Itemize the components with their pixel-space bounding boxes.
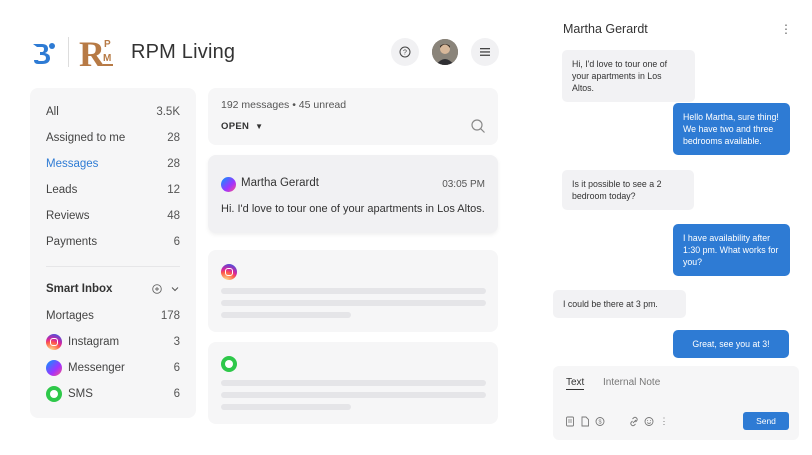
link-icon[interactable] [629, 416, 639, 427]
caret-down-icon: ▼ [255, 122, 264, 131]
sidebar-item-count: 12 [167, 184, 180, 196]
sidebar-item-label: Reviews [46, 210, 90, 222]
sidebar-item-label: Instagram [68, 336, 120, 349]
sidebar-item-mortages[interactable]: Mortages 178 [46, 305, 180, 327]
sidebar-item-label: Leads [46, 184, 78, 196]
sidebar-item-count: 28 [167, 132, 180, 144]
instagram-icon [46, 334, 62, 350]
sidebar-item-label: SMS [68, 388, 93, 401]
document-icon[interactable] [580, 416, 590, 427]
sidebar: All 3.5K Assigned to me 28 Messages 28 L… [30, 88, 196, 418]
messenger-icon [221, 177, 236, 192]
sidebar-item-count: 6 [173, 236, 180, 248]
composer-toolbar: $ ⋮ [565, 416, 669, 427]
sidebar-item-label: All [46, 106, 59, 118]
conversation-item-placeholder[interactable] [208, 250, 498, 332]
help-circle-icon: ? [399, 46, 411, 58]
sidebar-item-count: 6 [173, 362, 180, 374]
instagram-icon [221, 264, 237, 280]
status-filter-dropdown[interactable]: OPEN ▼ [221, 121, 263, 132]
svg-text:M: M [103, 53, 111, 64]
chat-message-outgoing: Hello Martha, sure thing! We have two an… [673, 103, 790, 155]
sms-icon [46, 386, 62, 402]
sidebar-item-count: 28 [167, 158, 180, 170]
tab-internal-note[interactable]: Internal Note [603, 377, 660, 388]
skeleton-line [221, 392, 486, 398]
skeleton-line [221, 404, 351, 410]
chat-message-incoming: Hi, I'd love to tour one of your apartme… [562, 50, 695, 102]
smart-inbox-title: Smart Inbox [46, 283, 113, 295]
sidebar-item-label: Messages [46, 158, 99, 170]
template-icon[interactable] [565, 416, 575, 427]
conversation-preview: Hi. I'd love to tour one of your apartme… [221, 203, 485, 215]
sidebar-item-label: Messenger [68, 362, 125, 375]
sidebar-item-messenger[interactable]: Messenger 6 [46, 357, 180, 379]
brand-divider [68, 37, 69, 67]
help-button[interactable]: ? [391, 38, 419, 66]
sidebar-item-count: 178 [160, 310, 180, 322]
svg-text:R: R [79, 35, 106, 69]
sidebar-item-count: 3.5K [156, 106, 180, 118]
conversation-item-placeholder[interactable] [208, 342, 498, 424]
conversation-contact-name: Martha Gerardt [241, 177, 319, 189]
sidebar-item-label: Payments [46, 236, 98, 248]
message-summary: 192 messages • 45 unread [221, 99, 347, 111]
chevron-down-icon[interactable] [170, 284, 180, 294]
sidebar-item-payments[interactable]: Payments 6 [46, 231, 180, 253]
rpm-logo-icon: R P M [79, 35, 113, 69]
sidebar-item-label: Mortages [46, 310, 94, 322]
svg-text:$: $ [598, 420, 601, 426]
skeleton-line [221, 312, 351, 318]
status-filter-label: OPEN [221, 121, 250, 132]
skeleton-line [221, 380, 486, 386]
more-vertical-icon[interactable]: ⋮ [659, 416, 669, 427]
sidebar-item-label: Assigned to me [46, 132, 126, 144]
chat-contact-name: Martha Gerardt [563, 22, 648, 36]
message-filter-bar: 192 messages • 45 unread OPEN ▼ [208, 88, 498, 145]
smart-inbox-header: Smart Inbox [46, 283, 180, 295]
emoji-icon[interactable] [644, 416, 654, 427]
conversation-time: 03:05 PM [442, 179, 485, 190]
chat-message-outgoing: Great, see you at 3! [673, 330, 789, 358]
sidebar-item-leads[interactable]: Leads 12 [46, 179, 180, 201]
user-avatar[interactable] [432, 39, 458, 65]
send-button[interactable]: Send [743, 412, 789, 430]
tab-text[interactable]: Text [566, 377, 585, 390]
sidebar-item-messages[interactable]: Messages 28 [46, 153, 180, 175]
user-avatar-image [432, 39, 458, 65]
sidebar-item-instagram[interactable]: Instagram 3 [46, 331, 180, 353]
chat-message-incoming: Is it possible to see a 2 bedroom today? [562, 170, 694, 210]
sidebar-item-reviews[interactable]: Reviews 48 [46, 205, 180, 227]
message-composer: Text Internal Note $ ⋮ Send [553, 366, 799, 440]
svg-text:?: ? [403, 50, 407, 57]
sidebar-item-all[interactable]: All 3.5K [46, 101, 180, 123]
bird-logo-icon [33, 43, 55, 64]
svg-text:P: P [104, 39, 111, 50]
sidebar-item-count: 3 [173, 336, 180, 348]
sidebar-item-count: 48 [167, 210, 180, 222]
hamburger-menu-icon [480, 48, 490, 56]
sms-icon [221, 356, 237, 372]
sidebar-item-count: 6 [173, 388, 180, 400]
sidebar-divider [46, 266, 180, 267]
chat-message-incoming: I could be there at 3 pm. [553, 290, 686, 318]
sidebar-item-sms[interactable]: SMS 6 [46, 383, 180, 405]
conversation-item[interactable]: Martha Gerardt 03:05 PM Hi. I'd love to … [208, 155, 498, 233]
menu-button[interactable] [471, 38, 499, 66]
more-vertical-icon[interactable]: ⋮ [780, 22, 792, 36]
messenger-icon [46, 360, 62, 376]
brand: R P M RPM Living [30, 34, 235, 70]
add-circle-icon[interactable] [152, 284, 162, 294]
chat-message-outgoing: I have availability after 1:30 pm. What … [673, 224, 790, 276]
search-icon[interactable] [470, 118, 486, 134]
skeleton-line [221, 300, 486, 306]
brand-name: RPM Living [131, 40, 236, 63]
chat-panel: Martha Gerardt ⋮ Hi, I'd love to tour on… [545, 0, 812, 455]
payment-icon[interactable]: $ [595, 416, 605, 427]
sidebar-item-assigned[interactable]: Assigned to me 28 [46, 127, 180, 149]
skeleton-line [221, 288, 486, 294]
